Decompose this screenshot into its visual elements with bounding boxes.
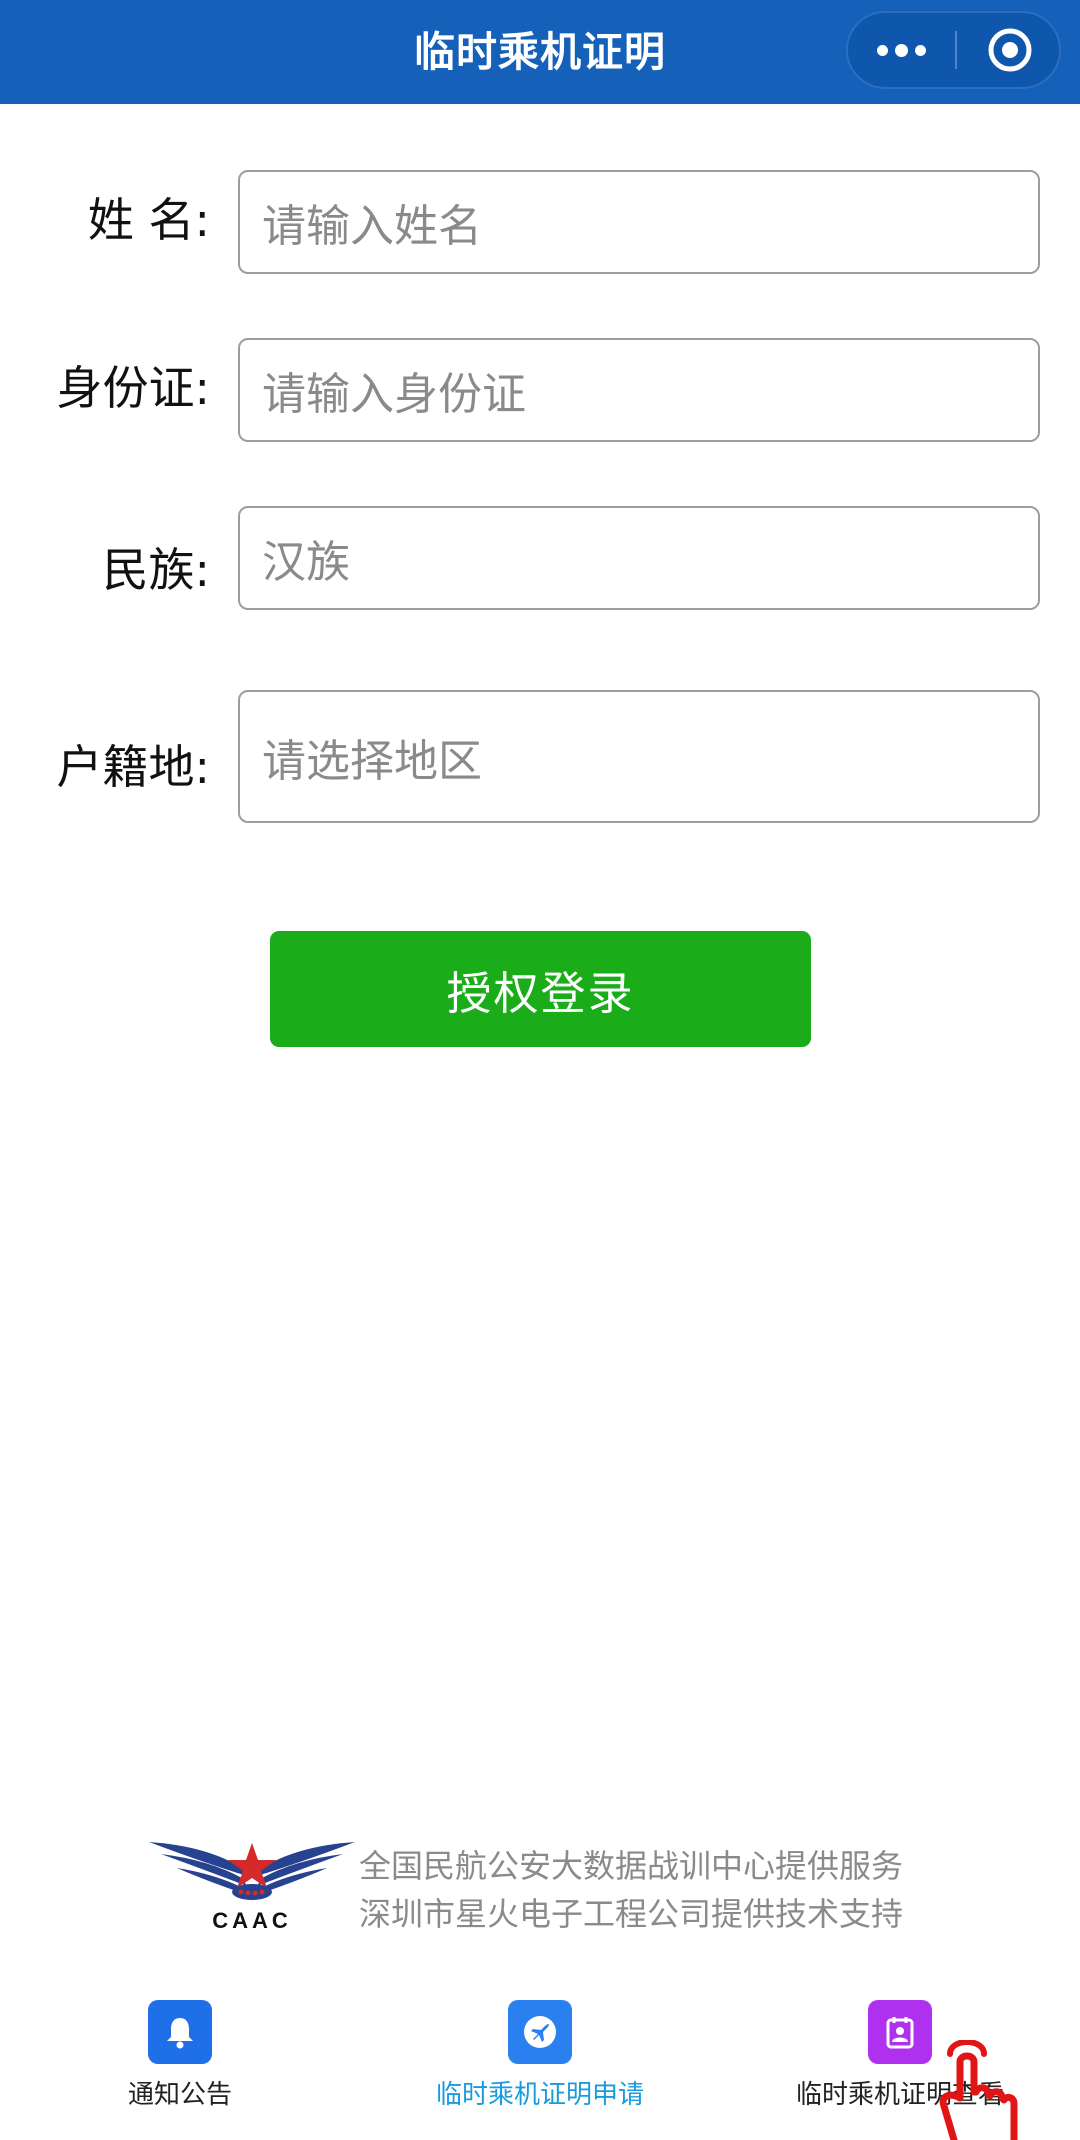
tap-hand-icon xyxy=(939,2040,1018,2140)
caac-logo: CAAC xyxy=(149,1842,355,1933)
more-dots-icon[interactable] xyxy=(856,13,946,87)
tech-support-text: 深圳市星火电子工程公司提供技术支持 xyxy=(359,1895,904,1933)
hometown-picker[interactable]: 请选择地区 xyxy=(238,690,1040,823)
ethnicity-input[interactable]: 汉族 xyxy=(238,506,1040,610)
mini-program-capsule xyxy=(846,11,1061,89)
ethnicity-label: 民族: xyxy=(102,543,211,597)
name-label: 姓 名: xyxy=(87,193,210,247)
bell-icon xyxy=(148,2000,212,2064)
caac-logo-text: CAAC xyxy=(212,1908,292,1933)
airplane-icon xyxy=(508,2000,572,2064)
tab-notice[interactable]: 通知公告 xyxy=(100,2000,260,2120)
tab-certificate-apply[interactable]: 临时乘机证明申请 xyxy=(420,2000,660,2120)
name-input[interactable]: 请输入姓名 xyxy=(238,170,1040,274)
hometown-label: 户籍地: xyxy=(56,740,211,794)
authorize-login-button[interactable]: 授权登录 xyxy=(270,931,811,1047)
id-card-input[interactable]: 请输入身份证 xyxy=(238,338,1040,442)
tab-certificate-apply-label: 临时乘机证明申请 xyxy=(435,2080,644,2110)
service-credit-text: 全国民航公安大数据战训中心提供服务 xyxy=(359,1847,904,1885)
navigation-bar: 临时乘机证明 xyxy=(0,0,1080,104)
tab-notice-label: 通知公告 xyxy=(127,2080,232,2110)
capsule-divider xyxy=(955,31,957,69)
id-card-label: 身份证: xyxy=(56,361,211,415)
target-close-icon[interactable] xyxy=(986,26,1034,74)
